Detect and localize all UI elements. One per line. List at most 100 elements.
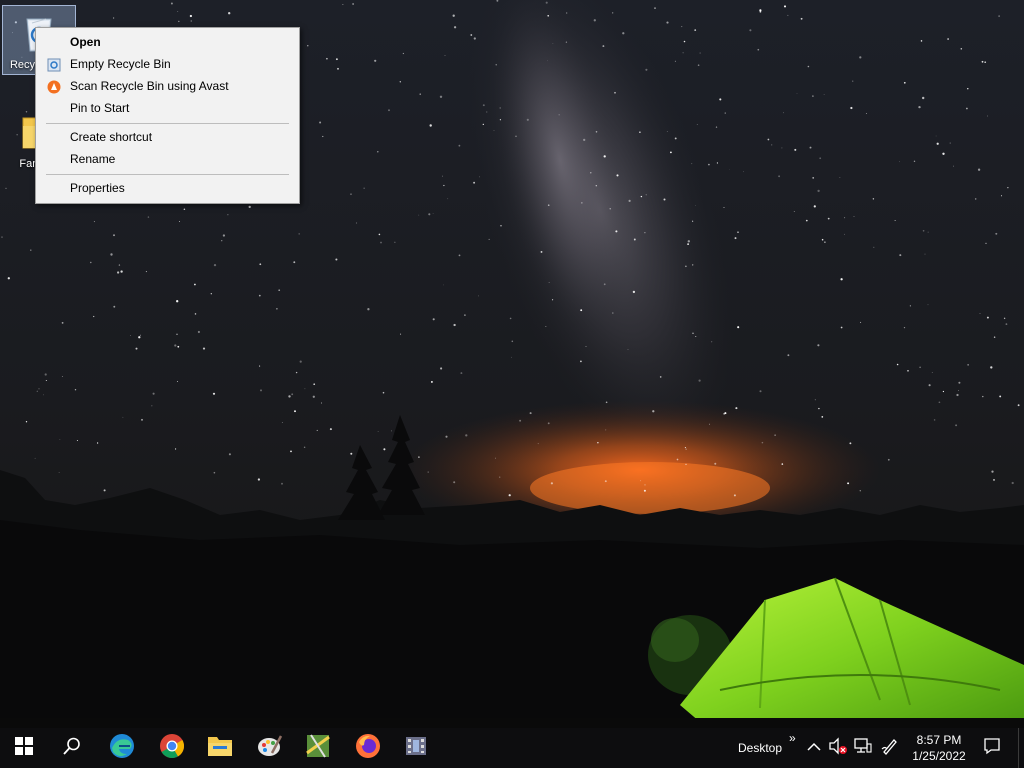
star bbox=[597, 442, 599, 444]
star bbox=[974, 198, 977, 200]
star bbox=[176, 300, 179, 303]
search-icon bbox=[63, 737, 81, 760]
star bbox=[281, 422, 283, 423]
star bbox=[259, 263, 262, 266]
star bbox=[903, 81, 906, 84]
taskbar-maps[interactable] bbox=[294, 728, 342, 768]
chrome-icon bbox=[159, 733, 185, 764]
taskbar-video-editor[interactable] bbox=[392, 728, 440, 768]
star bbox=[580, 360, 582, 363]
star bbox=[178, 20, 180, 23]
star bbox=[709, 423, 710, 425]
star bbox=[183, 208, 186, 210]
star bbox=[935, 135, 937, 137]
star bbox=[824, 241, 826, 243]
network-button[interactable] bbox=[853, 737, 873, 758]
star bbox=[640, 480, 642, 482]
star bbox=[177, 11, 179, 12]
taskbar-clock[interactable]: 8:57 PM 1/25/2022 bbox=[906, 732, 972, 766]
star bbox=[473, 37, 476, 40]
star bbox=[465, 434, 468, 437]
desktop-toolbar-label[interactable]: Desktop bbox=[738, 741, 782, 755]
star bbox=[212, 392, 216, 395]
menu-item-empty-recycle-bin[interactable]: Empty Recycle Bin bbox=[36, 53, 299, 75]
star bbox=[337, 67, 339, 70]
star bbox=[1005, 323, 1008, 325]
star bbox=[761, 441, 764, 444]
toolbar-overflow-chevron[interactable]: » bbox=[789, 731, 796, 745]
volume-muted-icon bbox=[828, 736, 848, 760]
star bbox=[175, 448, 177, 450]
taskbar-file-explorer[interactable] bbox=[196, 728, 244, 768]
star bbox=[291, 393, 294, 396]
show-hidden-icons-button[interactable] bbox=[804, 738, 824, 758]
taskbar-paint[interactable] bbox=[246, 728, 294, 768]
star bbox=[894, 219, 896, 221]
search-button[interactable] bbox=[48, 728, 96, 768]
star bbox=[7, 277, 10, 280]
menu-item-rename[interactable]: Rename bbox=[36, 148, 299, 170]
star bbox=[927, 231, 929, 233]
star bbox=[614, 91, 616, 94]
star bbox=[694, 29, 697, 31]
star bbox=[602, 45, 605, 48]
show-desktop-button[interactable] bbox=[1018, 728, 1024, 768]
star bbox=[714, 462, 717, 465]
star bbox=[440, 367, 443, 370]
star bbox=[685, 463, 687, 466]
star bbox=[711, 341, 713, 343]
taskbar-chrome[interactable] bbox=[148, 728, 196, 768]
star bbox=[519, 419, 522, 422]
star bbox=[453, 323, 456, 327]
menu-item-pin-to-start[interactable]: Pin to Start bbox=[36, 97, 299, 119]
star bbox=[355, 222, 358, 224]
star bbox=[141, 418, 143, 421]
menu-item-create-shortcut[interactable]: Create shortcut bbox=[36, 126, 299, 148]
star bbox=[847, 482, 850, 485]
menu-item-label: Open bbox=[70, 35, 101, 49]
menu-item-open[interactable]: Open bbox=[36, 31, 299, 53]
menu-item-scan-avast[interactable]: Scan Recycle Bin using Avast bbox=[36, 75, 299, 97]
star bbox=[850, 106, 853, 110]
star bbox=[447, 198, 449, 200]
menu-item-properties[interactable]: Properties bbox=[36, 177, 299, 199]
star bbox=[670, 151, 672, 154]
taskbar-firefox[interactable] bbox=[344, 728, 392, 768]
pen-workspace-button[interactable] bbox=[880, 738, 900, 758]
star bbox=[981, 60, 984, 63]
menu-item-label: Properties bbox=[70, 181, 125, 195]
star bbox=[872, 198, 875, 200]
star bbox=[488, 238, 490, 240]
star bbox=[121, 271, 123, 273]
star bbox=[807, 65, 810, 68]
star bbox=[418, 214, 420, 216]
star bbox=[809, 146, 812, 149]
star bbox=[692, 332, 694, 335]
star bbox=[676, 458, 679, 461]
star bbox=[918, 105, 921, 109]
star bbox=[495, 64, 497, 66]
star bbox=[793, 211, 795, 212]
star bbox=[179, 220, 180, 222]
star bbox=[138, 336, 141, 339]
star bbox=[508, 494, 511, 497]
star bbox=[990, 366, 993, 369]
star bbox=[294, 410, 296, 413]
star bbox=[228, 12, 231, 15]
star bbox=[719, 98, 722, 101]
star bbox=[499, 107, 501, 109]
star bbox=[749, 29, 752, 32]
taskbar-edge[interactable] bbox=[98, 728, 146, 768]
star bbox=[193, 283, 196, 286]
star bbox=[967, 88, 969, 90]
start-button[interactable] bbox=[0, 728, 48, 768]
star bbox=[692, 264, 694, 266]
star bbox=[955, 424, 958, 427]
star bbox=[558, 114, 560, 116]
star bbox=[113, 234, 115, 237]
star bbox=[486, 111, 488, 113]
action-center-button[interactable] bbox=[980, 737, 1004, 758]
star bbox=[511, 356, 513, 358]
volume-button[interactable] bbox=[828, 736, 848, 760]
star bbox=[458, 254, 461, 257]
